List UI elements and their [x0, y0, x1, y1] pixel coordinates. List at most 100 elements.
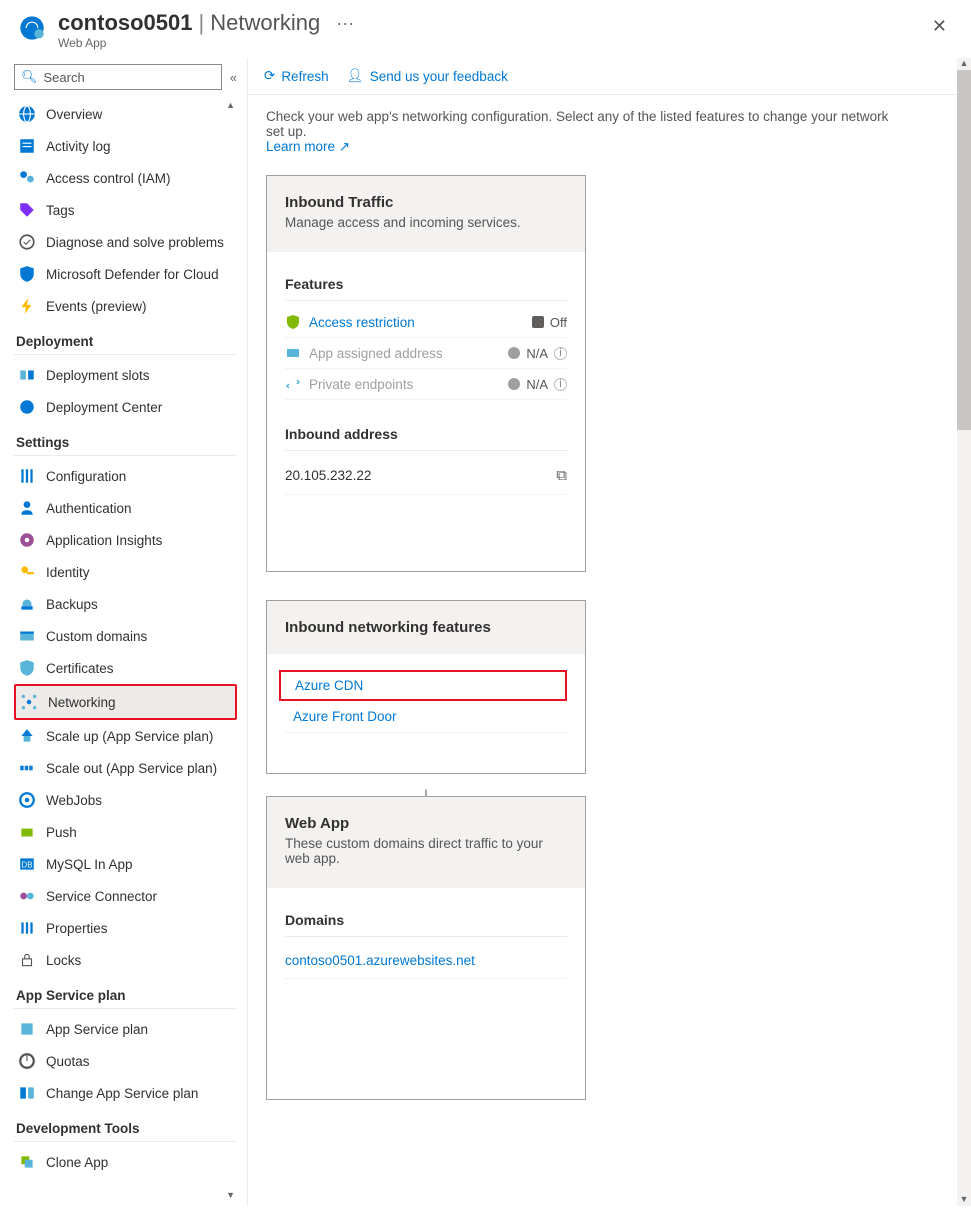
sidebar-item-webjobs[interactable]: WebJobs	[14, 784, 237, 816]
refresh-icon: ⟳	[264, 68, 275, 84]
sidebar-item-application-insights[interactable]: Application Insights	[14, 524, 237, 556]
sidebar-item-deployment-slots[interactable]: Deployment slots	[14, 359, 237, 391]
title-separator: |	[199, 10, 205, 36]
scroll-up-icon: ▲	[226, 100, 235, 110]
sidebar-item-properties[interactable]: Properties	[14, 912, 237, 944]
feature-link[interactable]: Azure Front Door	[293, 709, 397, 724]
props-icon	[18, 919, 36, 937]
sidebar-item-diagnose-and-solve-problems[interactable]: Diagnose and solve problems	[14, 226, 237, 258]
nav-label: Clone App	[46, 1155, 108, 1170]
refresh-button[interactable]: ⟳ Refresh	[264, 68, 329, 84]
sidebar-item-networking[interactable]: Networking	[14, 684, 237, 720]
inbound-net-features-title: Inbound networking features	[285, 619, 567, 636]
status-text: N/A	[526, 377, 548, 392]
sidebar-item-locks[interactable]: Locks	[14, 944, 237, 976]
nav-label: Change App Service plan	[46, 1086, 198, 1101]
nav-label: Diagnose and solve problems	[46, 235, 224, 250]
auth-icon	[18, 499, 36, 517]
nav-label: Tags	[46, 203, 75, 218]
sidebar-item-microsoft-defender-for-cloud[interactable]: Microsoft Defender for Cloud	[14, 258, 237, 290]
info-icon[interactable]: i	[554, 347, 567, 360]
status-text: N/A	[526, 346, 548, 361]
nav-label: MySQL In App	[46, 857, 133, 872]
scaleout-icon	[18, 759, 36, 777]
collapse-sidebar-button[interactable]: «	[230, 70, 237, 85]
search-input[interactable]: 🔍︎ Search	[14, 64, 222, 90]
sidebar-item-access-control-iam-[interactable]: Access control (IAM)	[14, 162, 237, 194]
sidebar-item-custom-domains[interactable]: Custom domains	[14, 620, 237, 652]
nav-label: Scale out (App Service plan)	[46, 761, 217, 776]
webapp-icon	[18, 14, 46, 42]
domain-link[interactable]: contoso0501.azurewebsites.net	[285, 953, 475, 968]
sidebar-item-push[interactable]: Push	[14, 816, 237, 848]
sidebar-item-app-service-plan[interactable]: App Service plan	[14, 1013, 237, 1045]
feature-icon	[285, 345, 301, 361]
feedback-button[interactable]: 👤︎ Send us your feedback	[347, 68, 508, 84]
clone-icon	[18, 1153, 36, 1171]
sidebar-item-scale-up-app-service-plan-[interactable]: Scale up (App Service plan)	[14, 720, 237, 752]
learn-more-link[interactable]: Learn more ↗	[266, 139, 350, 154]
sidebar-item-certificates[interactable]: Certificates	[14, 652, 237, 684]
nav-label: Configuration	[46, 469, 126, 484]
feature-label[interactable]: Access restriction	[309, 315, 524, 330]
content-panel: ⟳ Refresh 👤︎ Send us your feedback Check…	[248, 58, 971, 1206]
nav-label: Activity log	[46, 139, 111, 154]
sidebar-item-backups[interactable]: Backups	[14, 588, 237, 620]
sidebar-item-identity[interactable]: Identity	[14, 556, 237, 588]
more-button[interactable]: ···	[336, 13, 354, 34]
search-placeholder: Search	[44, 70, 85, 85]
webapp-subtitle: These custom domains direct traffic to y…	[285, 836, 567, 866]
inbound-address: 20.105.232.22	[285, 468, 371, 483]
sidebar-item-overview[interactable]: Overview	[14, 98, 237, 130]
feature-row: Access restriction Off	[285, 307, 567, 338]
domains-heading: Domains	[285, 904, 567, 937]
status-dot-icon	[532, 316, 544, 328]
diag-icon	[18, 233, 36, 251]
sidebar-item-configuration[interactable]: Configuration	[14, 460, 237, 492]
nav-label: Service Connector	[46, 889, 157, 904]
sidebar-item-quotas[interactable]: Quotas	[14, 1045, 237, 1077]
bolt-icon	[18, 297, 36, 315]
networking-feature-azure-cdn[interactable]: Azure CDN	[279, 670, 567, 701]
inbound-traffic-card: Inbound Traffic Manage access and incomi…	[266, 175, 586, 572]
key-icon	[18, 563, 36, 581]
nav-label: Push	[46, 825, 77, 840]
close-button[interactable]: ✕	[926, 10, 953, 43]
nav-label: Custom domains	[46, 629, 147, 644]
sidebar-item-change-app-service-plan[interactable]: Change App Service plan	[14, 1077, 237, 1109]
nav-label: Networking	[48, 695, 116, 710]
sidebar-item-tags[interactable]: Tags	[14, 194, 237, 226]
nav-label: WebJobs	[46, 793, 102, 808]
domain-icon	[18, 627, 36, 645]
quota-icon	[18, 1052, 36, 1070]
scroll-down-icon: ▼	[226, 1190, 235, 1200]
sidebar-item-authentication[interactable]: Authentication	[14, 492, 237, 524]
networking-feature-azure-front-door[interactable]: Azure Front Door	[285, 701, 567, 733]
sidebar-item-activity-log[interactable]: Activity log	[14, 130, 237, 162]
sidebar-item-events-preview-[interactable]: Events (preview)	[14, 290, 237, 322]
sidebar-item-deployment-center[interactable]: Deployment Center	[14, 391, 237, 423]
nav-label: Application Insights	[46, 533, 162, 548]
status-text: Off	[550, 315, 567, 330]
iam-icon	[18, 169, 36, 187]
sidebar-item-service-connector[interactable]: Service Connector	[14, 880, 237, 912]
info-icon[interactable]: i	[554, 378, 567, 391]
push-icon	[18, 823, 36, 841]
sidebar-item-mysql-in-app[interactable]: DBMySQL In App	[14, 848, 237, 880]
copy-address-button[interactable]: ⧉	[556, 467, 567, 484]
nav-label: Quotas	[46, 1054, 90, 1069]
plan-icon	[18, 1020, 36, 1038]
insights-icon	[18, 531, 36, 549]
nav-label: Authentication	[46, 501, 132, 516]
backup-icon	[18, 595, 36, 613]
tag-icon	[18, 201, 36, 219]
sidebar-item-clone-app[interactable]: Clone App	[14, 1146, 237, 1178]
sidebar-item-scale-out-app-service-plan-[interactable]: Scale out (App Service plan)	[14, 752, 237, 784]
feature-icon	[285, 376, 301, 392]
status-dot-icon	[508, 378, 520, 390]
feature-link[interactable]: Azure CDN	[295, 678, 363, 693]
feature-icon	[285, 314, 301, 330]
page-header: contoso0501 | Networking ··· Web App ✕	[0, 0, 971, 58]
shield-icon	[18, 265, 36, 283]
content-scrollbar[interactable]: ▲ ▼	[957, 58, 971, 1206]
